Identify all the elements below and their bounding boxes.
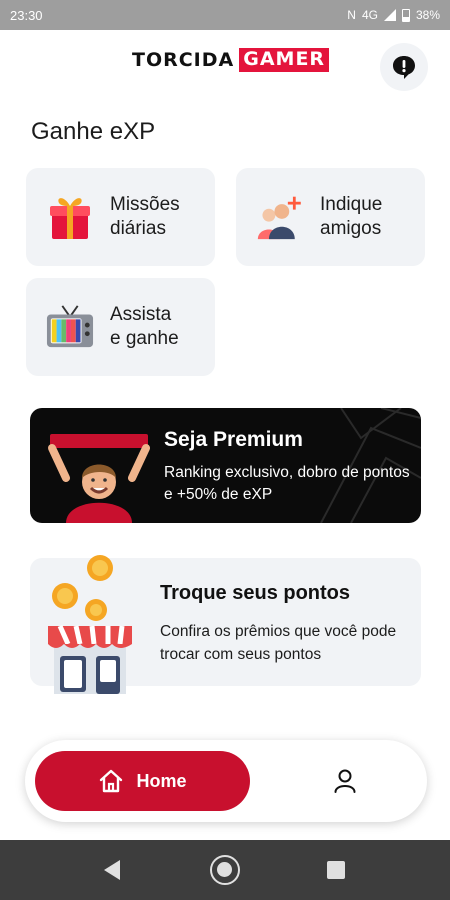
- daily-missions-label: Missões diárias: [110, 194, 180, 239]
- battery-icon: [401, 8, 410, 22]
- home-tab-label: Home: [136, 770, 187, 791]
- trade-points-title: Troque seus pontos: [160, 582, 351, 604]
- house-icon: [100, 769, 123, 793]
- refer-friends-tile[interactable]: Indique amigos: [236, 168, 425, 266]
- premium-banner[interactable]: Seja Premium Ranking exclusivo, dobro de…: [30, 408, 421, 523]
- status-icons: N 4G 38%: [347, 8, 440, 22]
- nfc-icon: N: [347, 8, 356, 22]
- back-icon[interactable]: [104, 860, 120, 880]
- signal-icon: [383, 9, 396, 21]
- logo-text-torcida: TORCIDA: [132, 49, 235, 71]
- alert-bubble-icon: [393, 56, 415, 79]
- app-header: TORCIDA GAMER: [0, 30, 450, 104]
- trade-points-description: Confira os prêmios que você pode trocar …: [160, 623, 397, 663]
- home-tab-button[interactable]: Home: [35, 751, 250, 811]
- premium-title: Seja Premium: [164, 428, 303, 451]
- recents-icon[interactable]: [327, 861, 345, 879]
- premium-description: Ranking exclusivo, dobro de pontos e +50…: [164, 464, 410, 503]
- help-button[interactable]: [380, 43, 428, 91]
- status-bar: 23:30 N 4G 38%: [0, 0, 450, 30]
- gift-icon: [46, 193, 94, 241]
- system-navigation-bar: [0, 840, 450, 900]
- refer-friends-label: Indique amigos: [320, 194, 383, 239]
- fan-holding-banner-illustration: [44, 430, 154, 523]
- people-add-icon: [256, 193, 304, 241]
- status-time: 23:30: [10, 7, 43, 23]
- network-label: 4G: [361, 8, 378, 22]
- bottom-navigation: Home: [25, 740, 427, 822]
- battery-level: 38%: [415, 8, 440, 22]
- store-coins-illustration: [40, 548, 140, 701]
- section-title-earn: Ganhe eXP: [31, 118, 156, 145]
- watch-and-earn-label: Assista e ganhe: [110, 304, 179, 349]
- home-circle-icon[interactable]: [210, 855, 240, 885]
- torcida-gamer-logo: TORCIDA GAMER: [132, 48, 330, 72]
- profile-tab-button[interactable]: [325, 761, 365, 801]
- tv-icon: [46, 303, 94, 351]
- person-icon: [334, 769, 356, 793]
- logo-text-gamer: GAMER: [239, 48, 330, 72]
- watch-and-earn-tile[interactable]: Assista e ganhe: [26, 278, 215, 376]
- daily-missions-tile[interactable]: Missões diárias: [26, 168, 215, 266]
